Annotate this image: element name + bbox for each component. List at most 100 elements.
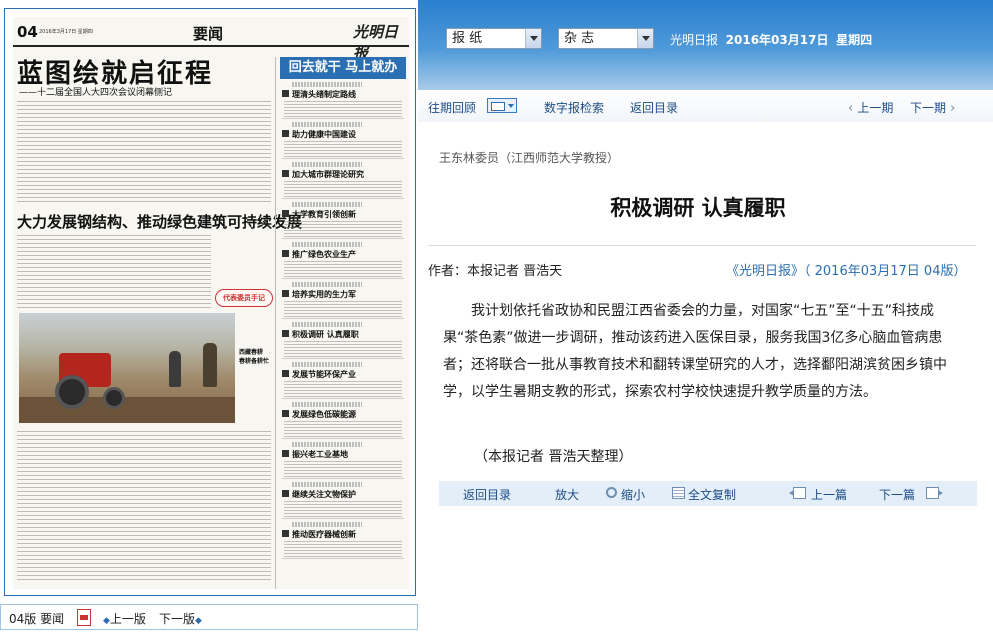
article-action-bar: 返回目录 放大 缩小 全文复制 上一篇 下一篇 [439, 481, 977, 506]
item-kicker [292, 82, 362, 87]
author-intro: 王东林委员（江西师范大学教授） [439, 151, 620, 165]
right-column-item[interactable]: 加大城市群理论研究 [282, 161, 404, 199]
prev-page-link[interactable]: ◆上一版 [103, 610, 146, 627]
right-column-item[interactable]: 推动医疗器械创新 [282, 521, 404, 559]
prev-page-label: 上一版 [109, 612, 146, 626]
item-title: 发展绿色低碳能源 [292, 409, 356, 419]
item-title: 推动医疗器械创新 [292, 529, 356, 539]
divider [428, 245, 976, 246]
newspaper-page-frame: 04 2016年3月17日 星期四 要闻 光明日报 蓝图绘就启征程 ——十二届全… [4, 8, 416, 596]
item-body [284, 461, 402, 477]
prev-issue-link[interactable]: ‹ 上一期 [848, 99, 893, 116]
right-column-item[interactable]: 理清头绪制定路线 [282, 81, 404, 119]
item-marker [282, 170, 289, 177]
item-body [284, 501, 402, 517]
next-article-button[interactable]: 下一篇 [879, 486, 915, 503]
article-source[interactable]: 《光明日报》（ 2016年03月17日 04版） [726, 260, 966, 279]
item-kicker [292, 362, 362, 367]
copy-all-button[interactable]: 全文复制 [688, 486, 736, 503]
right-column-item[interactable]: 大学教育引领创新 [282, 201, 404, 239]
article-text-block [17, 235, 211, 309]
item-kicker [292, 322, 362, 327]
right-column-item[interactable]: 发展绿色低碳能源 [282, 401, 404, 439]
photo-soil [19, 397, 235, 423]
chevron-down-icon[interactable] [525, 29, 541, 48]
back-to-index-link[interactable]: 返回目录 [630, 99, 678, 116]
right-column-banner[interactable]: 回去就干 马上就办 [280, 57, 406, 79]
item-kicker [292, 122, 362, 127]
prev-article-icon[interactable] [789, 487, 806, 499]
next-page-link[interactable]: 下一版◆ [159, 610, 202, 627]
next-article-icon[interactable] [926, 487, 943, 499]
digital-search-link[interactable]: 数字报检索 [544, 99, 604, 116]
item-title: 发展节能环保产业 [292, 369, 356, 379]
next-issue-label: 下一期 [910, 101, 947, 115]
item-kicker [292, 242, 362, 247]
item-body [284, 141, 402, 157]
right-column-item[interactable]: 培养实用的生力军 [282, 281, 404, 319]
item-marker [282, 530, 289, 537]
right-column-item[interactable]: 继续关注文物保护 [282, 481, 404, 519]
right-column-item[interactable]: 振兴老工业基地 [282, 441, 404, 479]
article-body: 我计划依托省政协和民盟江西省委会的力量，对国家“七五”至“十五”科技成果“茶色素… [443, 303, 947, 400]
news-photo[interactable] [19, 313, 235, 423]
item-marker [282, 290, 289, 297]
photo-person [203, 343, 217, 387]
item-title: 大学教育引领创新 [292, 209, 356, 219]
right-column-item[interactable]: 积极调研 认真履职 [282, 321, 404, 359]
item-marker [282, 370, 289, 377]
right-column-item[interactable]: 推广绿色农业生产 [282, 241, 404, 279]
prev-issue-label: 上一期 [857, 101, 894, 115]
column-badge: 代表委员手记 [215, 289, 273, 307]
item-body [284, 101, 402, 117]
shrink-button[interactable]: 缩小 [621, 486, 645, 503]
newspaper-select[interactable]: 报 纸 [446, 28, 542, 49]
item-body [284, 221, 402, 237]
newspaper-select-value: 报 纸 [452, 31, 483, 46]
right-column-item[interactable]: 助力健康中国建设 [282, 121, 404, 159]
page-date: 2016年3月17日 星期四 [39, 29, 93, 35]
article-byline: 作者：本报记者 晋浩天 [428, 264, 563, 279]
prev-article-button[interactable]: 上一篇 [811, 486, 847, 503]
item-kicker [292, 162, 362, 167]
item-body [284, 261, 402, 277]
item-title: 振兴老工业基地 [292, 449, 348, 459]
chevron-down-icon[interactable] [637, 29, 653, 48]
paper-name: 光明日报 [670, 33, 719, 47]
magazine-select[interactable]: 杂 志 [558, 28, 654, 49]
pdf-icon[interactable] [77, 609, 91, 626]
item-marker [282, 410, 289, 417]
item-marker [282, 90, 289, 97]
page-navigation-bar: 04版 要闻 ◆上一版 下一版◆ [0, 604, 418, 630]
right-column-item[interactable]: 发展节能环保产业 [282, 361, 404, 399]
item-kicker [292, 442, 362, 447]
item-marker [282, 250, 289, 257]
enlarge-button[interactable]: 放大 [555, 486, 579, 503]
history-link[interactable]: 往期回顾 [428, 99, 476, 116]
photo-wheel [55, 375, 89, 409]
next-issue-link[interactable]: 下一期 › [910, 99, 955, 116]
page-section: 要闻 [193, 25, 224, 43]
item-title: 推广绿色农业生产 [292, 249, 356, 259]
photo-person [169, 351, 181, 387]
item-marker [282, 330, 289, 337]
item-kicker [292, 202, 362, 207]
article-text-block [17, 431, 271, 581]
view-mode-icon[interactable] [487, 98, 517, 113]
headline-second[interactable]: 大力发展钢结构、推动绿色建筑可持续发展 [17, 211, 302, 232]
item-kicker [292, 522, 362, 527]
item-body [284, 341, 402, 357]
chevron-right-icon: › [946, 101, 956, 116]
header-info: 光明日报 2016年03月17日 星期四 [670, 31, 872, 48]
newspaper-masthead: 04 2016年3月17日 星期四 要闻 光明日报 [13, 17, 409, 62]
arrow-left-icon: ◆ [103, 616, 110, 626]
item-body [284, 301, 402, 317]
newspaper-page-image[interactable]: 04 2016年3月17日 星期四 要闻 光明日报 蓝图绘就启征程 ——十二届全… [13, 17, 409, 589]
photo-caption: 西藏春耕 春耕备耕忙 [239, 349, 270, 365]
back-to-index-button[interactable]: 返回目录 [463, 486, 511, 503]
zoom-icon[interactable] [606, 487, 617, 498]
copy-icon[interactable] [672, 487, 685, 499]
item-kicker [292, 282, 362, 287]
item-kicker [292, 402, 362, 407]
page-number: 04 [17, 23, 38, 41]
